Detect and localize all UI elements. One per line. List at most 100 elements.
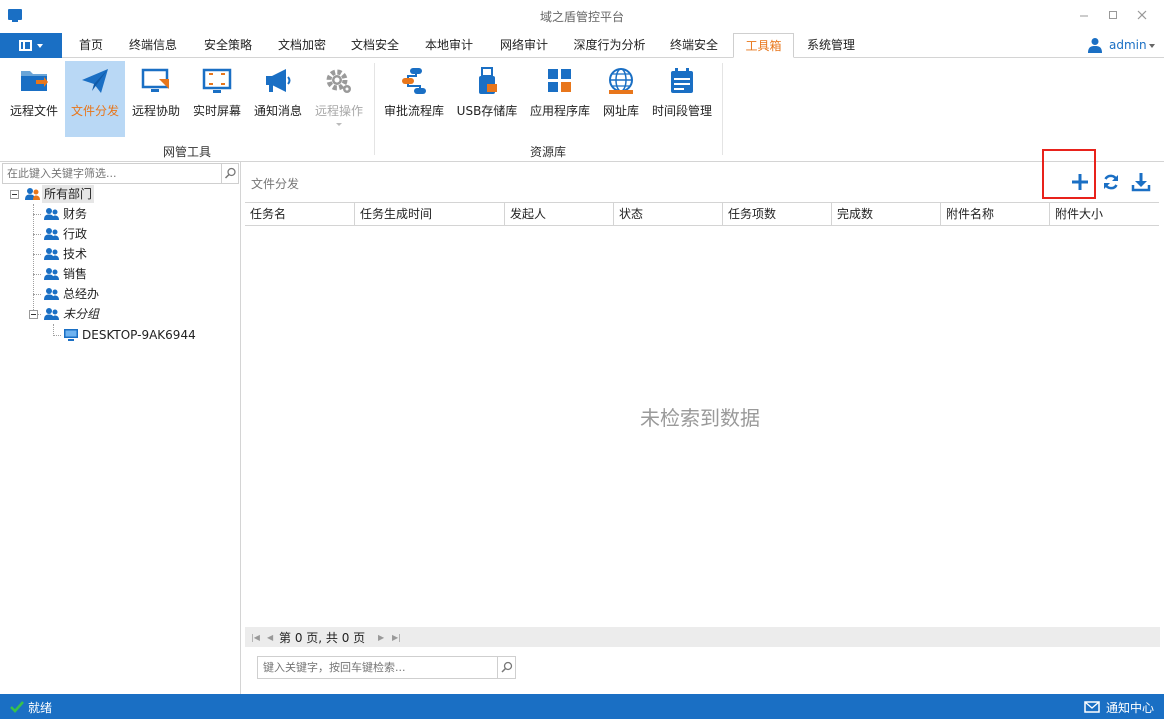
tree-label: 总经办 — [63, 287, 100, 301]
task-search-button[interactable] — [497, 657, 515, 678]
main-tab-bar: 首页 终端信息 安全策略 文档加密 文档安全 本地审计 网络审计 深度行为分析 … — [0, 32, 1164, 58]
page-info: 第 0 页, 共 0 页 — [279, 631, 366, 645]
empty-state-message: 未检索到数据 — [640, 406, 760, 430]
task-table-header: 任务名 任务生成时间 发起人 状态 任务项数 完成数 附件名称 附件大小 — [245, 202, 1159, 226]
refresh-button[interactable] — [1101, 172, 1121, 192]
first-page-button[interactable]: |◀ — [251, 633, 260, 642]
url-library-label: 网址库 — [602, 104, 639, 118]
column-header-status[interactable]: 状态 — [614, 203, 723, 225]
column-header-initiator[interactable]: 发起人 — [505, 203, 614, 225]
maximize-button[interactable] — [1101, 6, 1125, 26]
tab-terminal-security[interactable]: 终端安全 — [661, 33, 727, 58]
search-icon — [501, 661, 513, 673]
remote-file-button[interactable]: 远程文件 — [6, 61, 62, 137]
add-task-button[interactable] — [1070, 172, 1090, 192]
tree-label: 行政 — [63, 227, 88, 241]
close-button[interactable] — [1130, 6, 1154, 26]
department-icon — [25, 188, 40, 200]
chevron-down-icon — [336, 123, 342, 126]
tab-behavior-analysis[interactable]: 深度行为分析 — [566, 33, 653, 58]
column-header-completed-count[interactable]: 完成数 — [832, 203, 941, 225]
department-icon — [44, 228, 59, 240]
group-divider — [374, 63, 375, 155]
ungrouped-collapse-toggle[interactable] — [29, 310, 38, 319]
root-collapse-toggle[interactable] — [10, 190, 19, 199]
tab-toolbox[interactable]: 工具箱 — [733, 33, 794, 58]
usb-storage-library-button[interactable]: USB存储库 — [452, 61, 522, 137]
prev-page-button[interactable]: ◀ — [267, 633, 273, 642]
usb-storage-library-label: USB存储库 — [456, 104, 518, 118]
application-library-button[interactable]: 应用程序库 — [527, 61, 593, 137]
minimize-button[interactable] — [1072, 6, 1096, 26]
tree-connector — [33, 214, 41, 215]
tab-network-audit[interactable]: 网络审计 — [491, 33, 557, 58]
tab-local-audit[interactable]: 本地审计 — [416, 33, 482, 58]
chevron-down-icon — [1149, 44, 1155, 48]
file-distribution-button[interactable]: 文件分发 — [65, 61, 125, 137]
tab-doc-security[interactable]: 文档安全 — [342, 33, 408, 58]
approval-flow-library-button[interactable]: 审批流程库 — [380, 61, 448, 137]
realtime-screen-label: 实时屏幕 — [192, 104, 241, 118]
tree-filter-search-button[interactable] — [221, 164, 238, 183]
realtime-screen-button[interactable]: 实时屏幕 — [189, 61, 245, 137]
pagination-bar: |◀ ◀ 第 0 页, 共 0 页 ▶ ▶| — [245, 627, 1160, 647]
column-header-created-time[interactable]: 任务生成时间 — [355, 203, 505, 225]
tree-label: 技术 — [63, 247, 88, 261]
tab-home[interactable]: 首页 — [68, 33, 114, 58]
computer-icon — [64, 329, 78, 341]
remote-assist-icon — [141, 68, 169, 92]
tree-connector — [33, 254, 41, 255]
tree-connector — [33, 274, 41, 275]
url-library-button[interactable]: 网址库 — [598, 61, 644, 137]
plus-icon — [1072, 174, 1088, 190]
export-button[interactable] — [1131, 172, 1151, 192]
remote-assist-button[interactable]: 远程协助 — [128, 61, 184, 137]
mail-icon — [1084, 701, 1100, 713]
search-icon — [224, 167, 236, 179]
next-page-button[interactable]: ▶ — [378, 633, 384, 642]
tree-connector — [38, 314, 41, 315]
task-search-input[interactable] — [258, 657, 496, 678]
column-header-task-name[interactable]: 任务名 — [245, 203, 355, 225]
column-header-item-count[interactable]: 任务项数 — [723, 203, 832, 225]
apps-icon — [548, 69, 571, 92]
user-name: admin — [1109, 38, 1147, 52]
file-distribution-panel: 文件分发 任务名 任务生成时间 发起人 状态 任务项数 完成数 附件名称 附件大… — [244, 149, 1164, 694]
title-bar: 域之盾管控平台 — [0, 0, 1164, 32]
close-icon — [1137, 10, 1147, 20]
column-header-attachment-size[interactable]: 附件大小 — [1050, 203, 1159, 225]
department-icon — [44, 268, 59, 280]
user-icon — [1088, 38, 1102, 53]
application-library-label: 应用程序库 — [529, 104, 590, 118]
last-page-button[interactable]: ▶| — [392, 633, 401, 642]
tab-terminal-info[interactable]: 终端信息 — [120, 33, 186, 58]
tree-label: 未分组 — [63, 307, 100, 321]
remote-assist-label: 远程协助 — [131, 104, 180, 118]
tab-security-policy[interactable]: 安全策略 — [195, 33, 261, 58]
globe-icon — [609, 68, 633, 94]
menu-icon — [19, 40, 32, 51]
panel-title: 文件分发 — [251, 177, 300, 191]
status-bar: 就绪 通知中心 — [0, 694, 1164, 719]
tree-filter-input[interactable] — [3, 164, 221, 183]
tree-label: 财务 — [63, 207, 88, 221]
tab-system-management[interactable]: 系统管理 — [798, 33, 864, 58]
time-period-management-button[interactable]: 时间段管理 — [649, 61, 715, 137]
department-icon — [44, 248, 59, 260]
remote-operation-button[interactable]: 远程操作 — [311, 61, 367, 137]
approval-flow-library-label: 审批流程库 — [383, 104, 444, 118]
task-search-box — [257, 656, 516, 679]
notification-button[interactable]: 通知消息 — [250, 61, 306, 137]
department-icon — [44, 308, 59, 320]
remote-operation-label: 远程操作 — [314, 104, 363, 118]
tree-filter-box — [2, 163, 239, 184]
tab-doc-encryption[interactable]: 文档加密 — [269, 33, 335, 58]
column-header-attachment-name[interactable]: 附件名称 — [941, 203, 1050, 225]
checkmark-icon — [10, 701, 24, 713]
screen-capture-icon — [202, 68, 232, 93]
notification-label: 通知消息 — [253, 104, 302, 118]
chevron-down-icon — [37, 44, 43, 48]
maximize-icon — [1109, 11, 1117, 19]
download-icon — [1131, 173, 1151, 192]
main-menu-button[interactable] — [0, 33, 62, 58]
